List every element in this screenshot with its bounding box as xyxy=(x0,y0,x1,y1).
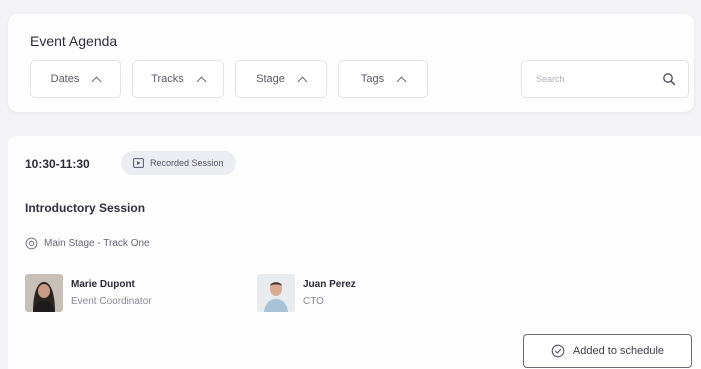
chevron-up-icon xyxy=(297,76,308,86)
chevron-up-icon xyxy=(396,76,407,86)
speaker-info: Juan Perez CTO xyxy=(303,279,356,307)
speaker-info: Marie Dupont Event Coordinator xyxy=(71,279,152,307)
speaker-role: CTO xyxy=(303,296,324,307)
filter-tags-label: Tags xyxy=(360,73,385,85)
location-target-icon xyxy=(25,237,38,250)
speaker-role: Event Coordinator xyxy=(71,296,152,307)
filter-row: Dates Tracks Stage Tags xyxy=(30,60,428,98)
session-location: Main Stage - Track One xyxy=(25,237,150,250)
search-box xyxy=(521,60,689,98)
schedule-button-label: Added to schedule xyxy=(572,345,665,357)
avatar xyxy=(25,274,63,312)
speaker-name: Marie Dupont xyxy=(71,279,135,290)
video-play-icon xyxy=(133,158,144,168)
speaker-card[interactable]: Juan Perez CTO xyxy=(257,274,356,312)
location-label: Main Stage - Track One xyxy=(44,238,150,249)
session-title: Introductory Session xyxy=(25,201,146,215)
filter-tracks-button[interactable]: Tracks xyxy=(132,60,224,98)
badge-label: Recorded Session xyxy=(150,158,224,168)
event-agenda-page: Event Agenda Dates Tracks Stage Tags Sea… xyxy=(0,0,701,369)
session-card: 10:30-11:30 Recorded Session Introductor… xyxy=(8,136,701,369)
filter-tags-button[interactable]: Tags xyxy=(338,60,428,98)
filter-dates-button[interactable]: Dates xyxy=(30,60,121,98)
check-circle-icon xyxy=(551,344,565,358)
filter-stage-label: Stage xyxy=(256,73,285,85)
recorded-session-badge: Recorded Session xyxy=(121,151,236,175)
filter-tracks-label: Tracks xyxy=(151,73,184,85)
speaker-name: Juan Perez xyxy=(303,279,356,290)
speaker-card[interactable]: Marie Dupont Event Coordinator xyxy=(25,274,152,312)
search-input[interactable] xyxy=(536,74,646,84)
added-to-schedule-button[interactable]: Added to schedule xyxy=(523,334,692,368)
chevron-up-icon xyxy=(196,76,207,86)
page-title: Event Agenda xyxy=(30,33,118,49)
filter-stage-button[interactable]: Stage xyxy=(235,60,327,98)
session-time: 10:30-11:30 xyxy=(25,157,90,171)
filter-dates-label: Dates xyxy=(50,73,80,85)
avatar xyxy=(257,274,295,312)
chevron-up-icon xyxy=(91,76,102,86)
search-icon[interactable] xyxy=(662,72,676,86)
filter-bar: Event Agenda Dates Tracks Stage Tags xyxy=(8,14,694,112)
